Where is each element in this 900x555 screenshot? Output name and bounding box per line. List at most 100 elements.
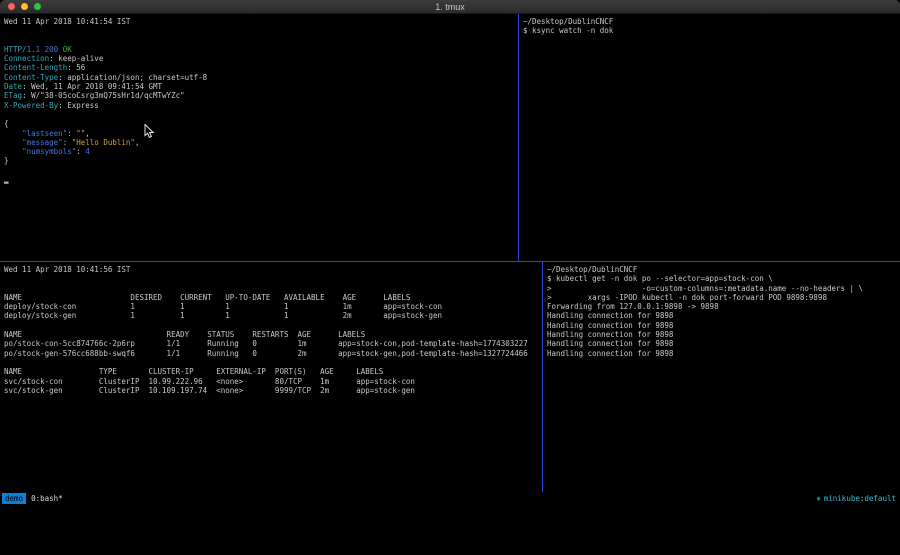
terminal-line: HTTP/1.1 200 OK: [4, 45, 518, 54]
window-title: 1. tmux: [0, 2, 900, 12]
terminal-line: Handling connection for 9898: [547, 349, 900, 358]
terminal-text-segment: Forwarding from 127.0.0.1:9898 -> 9898: [547, 302, 719, 311]
kube-context-indicator: ⎈minikube:default: [816, 494, 900, 503]
terminal-text-segment: deploy/stock-gen 1 1 1 1 2m app=stock-ge…: [4, 311, 442, 320]
terminal-line: "lastseen": "",: [4, 129, 518, 138]
terminal-text-segment: }: [4, 156, 9, 165]
terminal-text-segment: : Wed, 11 Apr 2018 09:41:54 GMT: [22, 82, 162, 91]
kube-context-name: minikube: [824, 494, 860, 503]
terminal-text-segment: : Express: [58, 101, 99, 110]
terminal-text-segment: ▂: [4, 175, 9, 184]
terminal-line: Handling connection for 9898: [547, 339, 900, 348]
terminal-text-segment: Handling connection for 9898: [547, 339, 673, 348]
terminal-line: [4, 36, 518, 45]
terminal-text-segment: Wed 11 Apr 2018 10:41:56 IST: [4, 265, 130, 274]
terminal-text-segment: Content-Length: [4, 63, 67, 72]
terminal-window: 1. tmux Wed 11 Apr 2018 10:41:54 IST HTT…: [0, 0, 900, 506]
terminal-line: ~/Desktop/DublinCNCF: [547, 265, 900, 274]
terminal-line: Content-Type: application/json; charset=…: [4, 73, 518, 82]
terminal-text-segment: : application/json; charset=utf-8: [58, 73, 207, 82]
zoom-button[interactable]: [34, 3, 41, 10]
terminal-line: deploy/stock-con 1 1 1 1 1m app=stock-co…: [4, 302, 542, 311]
terminal-text-segment: "message": [22, 138, 63, 147]
traffic-lights: [0, 3, 41, 10]
helm-wheel-icon: ⎈: [816, 494, 821, 503]
terminal-text-segment: ,: [85, 129, 90, 138]
terminal-line: > xargs -IPOD kubectl -n dok port-forwar…: [547, 293, 900, 302]
status-bar-left: demo 0:bash*: [0, 493, 63, 504]
terminal-line: Date: Wed, 11 Apr 2018 09:41:54 GMT: [4, 82, 518, 91]
terminal-text-segment: HTTP/: [4, 45, 27, 54]
terminal-text-segment: ,: [135, 138, 140, 147]
terminal-line: [4, 358, 542, 367]
terminal-line: [4, 110, 518, 119]
tmux-top-row: Wed 11 Apr 2018 10:41:54 IST HTTP/1.1 20…: [0, 14, 900, 261]
terminal-line: [4, 26, 518, 35]
terminal-line: X-Powered-By: Express: [4, 101, 518, 110]
terminal-text-segment: 1.1 200: [27, 45, 59, 54]
terminal-line: svc/stock-con ClusterIP 10.99.222.96 <no…: [4, 377, 542, 386]
terminal-line: po/stock-gen-576cc688bb-swqf6 1/1 Runnin…: [4, 349, 542, 358]
terminal-text-segment: $ kubectl get -n dok po --selector=app=s…: [547, 274, 773, 283]
terminal-line: {: [4, 119, 518, 128]
terminal-line: $ kubectl get -n dok po --selector=app=s…: [547, 274, 900, 283]
terminal-text-segment: Date: [4, 82, 22, 91]
terminal-text-segment: ~/Desktop/DublinCNCF: [547, 265, 637, 274]
terminal-text-segment: po/stock-gen-576cc688bb-swqf6 1/1 Runnin…: [4, 349, 528, 358]
pane-port-forward[interactable]: ~/Desktop/DublinCNCF$ kubectl get -n dok…: [543, 262, 900, 492]
pane-http-response[interactable]: Wed 11 Apr 2018 10:41:54 IST HTTP/1.1 20…: [0, 14, 518, 261]
terminal-line: NAME READY STATUS RESTARTS AGE LABELS: [4, 330, 542, 339]
mouse-cursor: [144, 124, 155, 139]
pane-ksync-watch[interactable]: ~/Desktop/DublinCNCF$ ksync watch -n dok: [519, 14, 900, 261]
terminal-line: Wed 11 Apr 2018 10:41:56 IST: [4, 265, 542, 274]
terminal-text-segment: NAME READY STATUS RESTARTS AGE LABELS: [4, 330, 365, 339]
terminal-text-segment: "lastseen": [22, 129, 67, 138]
pane-kubectl-resources[interactable]: Wed 11 Apr 2018 10:41:56 IST NAME DESIRE…: [0, 262, 542, 492]
terminal-line: Forwarding from 127.0.0.1:9898 -> 9898: [547, 302, 900, 311]
terminal-text-segment: Handling connection for 9898: [547, 349, 673, 358]
terminal-line: "message": "Hello Dublin",: [4, 138, 518, 147]
terminal-line: "numsymbols": 4: [4, 147, 518, 156]
desktop-background: 1. tmux Wed 11 Apr 2018 10:41:54 IST HTT…: [0, 0, 900, 555]
terminal-line: [4, 166, 518, 175]
terminal-text-segment: [4, 138, 22, 147]
terminal-line: Handling connection for 9898: [547, 330, 900, 339]
terminal-text-segment: ~/Desktop/DublinCNCF: [523, 17, 613, 26]
terminal-line: [4, 321, 542, 330]
terminal-text-segment: :: [67, 129, 76, 138]
terminal-line: po/stock-con-5cc874766c-2p6rp 1/1 Runnin…: [4, 339, 542, 348]
terminal-text-segment: > -o=custom-columns=:metadata.name --no-…: [547, 284, 863, 293]
terminal-text-segment: OK: [58, 45, 72, 54]
terminal-text-segment: $ ksync watch -n dok: [523, 26, 613, 35]
terminal-line: }: [4, 156, 518, 165]
session-name-badge: demo: [2, 493, 26, 504]
terminal-line: Wed 11 Apr 2018 10:41:54 IST: [4, 17, 518, 26]
terminal-text-segment: po/stock-con-5cc874766c-2p6rp 1/1 Runnin…: [4, 339, 528, 348]
terminal-text-segment: {: [4, 119, 9, 128]
terminal-line: NAME TYPE CLUSTER-IP EXTERNAL-IP PORT(S)…: [4, 367, 542, 376]
terminal-text-segment: : 56: [67, 63, 85, 72]
terminal-line: Connection: keep-alive: [4, 54, 518, 63]
terminal-text-segment: svc/stock-gen ClusterIP 10.109.197.74 <n…: [4, 386, 415, 395]
terminal-text-segment: :: [63, 138, 72, 147]
terminal-line: [4, 274, 542, 283]
terminal-line: Content-Length: 56: [4, 63, 518, 72]
terminal-line: Handling connection for 9898: [547, 311, 900, 320]
window-titlebar[interactable]: 1. tmux: [0, 0, 900, 14]
terminal-text-segment: deploy/stock-con 1 1 1 1 1m app=stock-co…: [4, 302, 442, 311]
kube-namespace: default: [864, 494, 896, 503]
terminal-text-segment: X-Powered-By: [4, 101, 58, 110]
window-tab-0-bash[interactable]: 0:bash*: [31, 494, 63, 503]
terminal-text-segment: :: [76, 147, 85, 156]
terminal-text-segment: "": [76, 129, 85, 138]
terminal-text-segment: Wed 11 Apr 2018 10:41:54 IST: [4, 17, 130, 26]
terminal-text-segment: ETag: [4, 91, 22, 100]
terminal-text-segment: "Hello Dublin": [72, 138, 135, 147]
terminal-text-segment: "numsymbols": [22, 147, 76, 156]
terminal-line: Handling connection for 9898: [547, 321, 900, 330]
close-button[interactable]: [8, 3, 15, 10]
terminal-text-segment: Handling connection for 9898: [547, 330, 673, 339]
minimize-button[interactable]: [21, 3, 28, 10]
terminal-text-segment: Handling connection for 9898: [547, 321, 673, 330]
terminal-line: deploy/stock-gen 1 1 1 1 2m app=stock-ge…: [4, 311, 542, 320]
